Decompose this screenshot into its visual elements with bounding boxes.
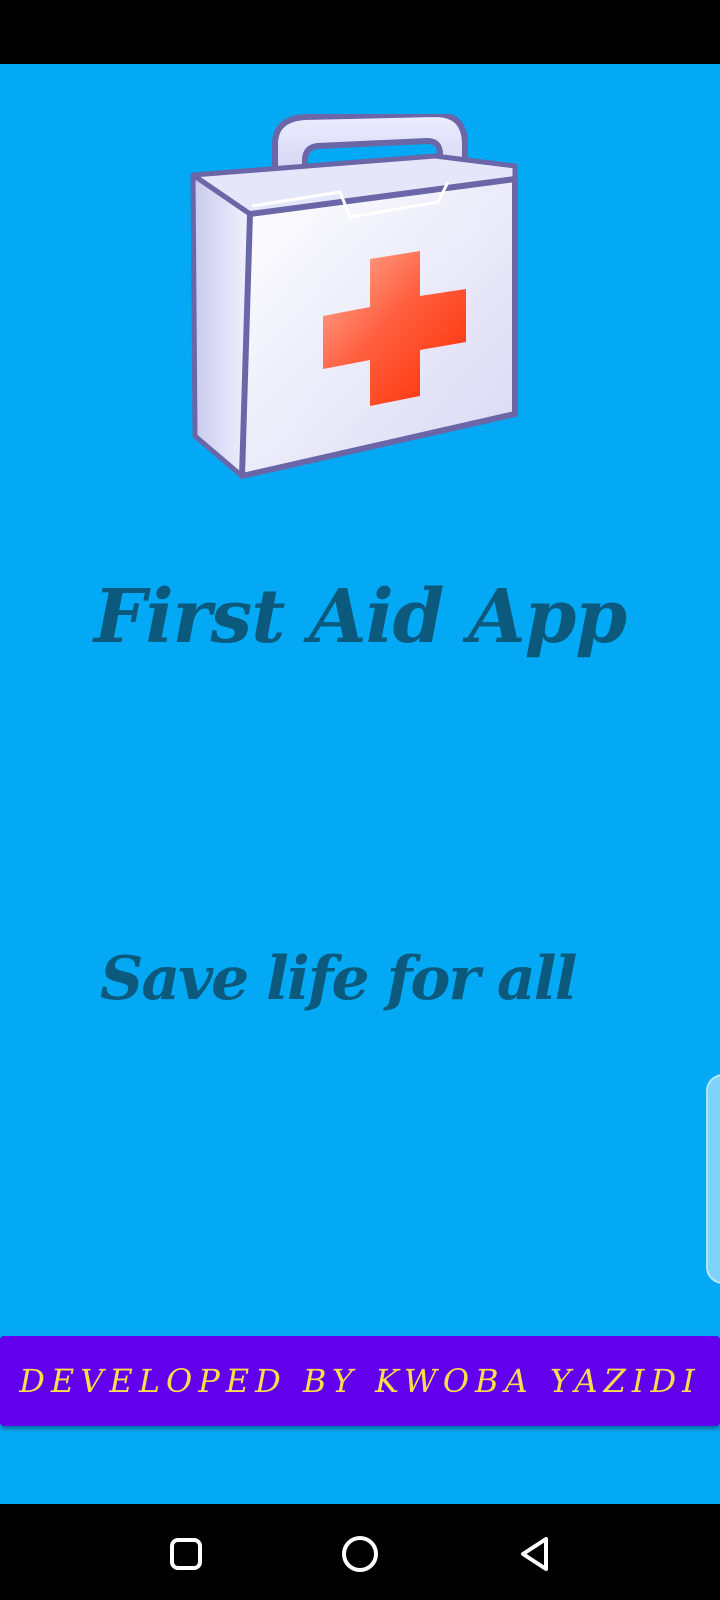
tagline: Save life for all — [100, 944, 577, 1014]
circle-icon — [342, 1536, 378, 1572]
app-title: First Aid App — [93, 574, 627, 660]
triangle-back-icon — [521, 1537, 548, 1571]
home-button[interactable] — [330, 1524, 390, 1584]
square-icon — [170, 1538, 202, 1570]
recents-button[interactable] — [156, 1524, 216, 1584]
developer-credit-button[interactable]: DEVELOPED BY KWOBA YAZIDI — [0, 1336, 720, 1426]
navigation-bar — [0, 1504, 720, 1600]
developer-credit-label: DEVELOPED BY KWOBA YAZIDI — [19, 1362, 701, 1400]
back-button[interactable] — [506, 1524, 566, 1584]
screen: First Aid App Save life for all DEVELOPE… — [0, 0, 720, 1600]
splash-screen: First Aid App Save life for all DEVELOPE… — [0, 64, 720, 1504]
side-panel-handle[interactable] — [706, 1074, 720, 1284]
first-aid-kit-icon — [190, 114, 518, 479]
status-bar — [0, 0, 720, 64]
